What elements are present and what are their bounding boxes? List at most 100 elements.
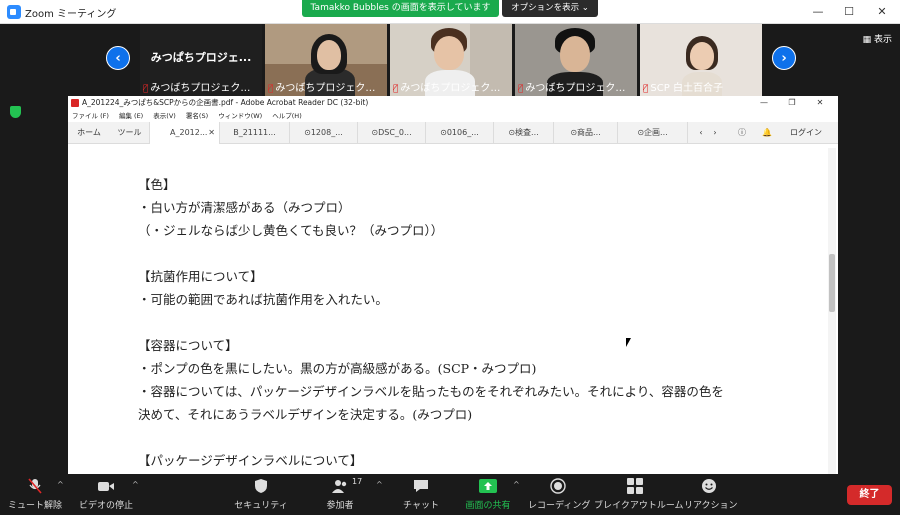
meeting-toolbar: ミュート解除 ^ ビデオの停止 ^ セキュリティ 17 参加者 ^ チャット 画…	[0, 474, 900, 515]
participant-gallery: ‹ みつぱちプロジェ... 🎙̸ みつばちプロジェクト... 🎙̸ みつばちプロジェ…	[0, 24, 900, 96]
doc-text-line: ・容器については、パッケージデザインラベルを貼ったものをそれぞれみたい。それによ…	[138, 384, 724, 399]
doc-text-line: ・ポンプの色を黒にしたい。黒の方が高級感がある。(SCP・みつプロ)	[138, 361, 537, 376]
mute-label: ミュート解除	[7, 501, 62, 511]
audio-options-caret-icon[interactable]: ^	[57, 480, 64, 489]
chat-bubble-icon	[414, 480, 428, 492]
acrobat-restore-icon[interactable]: ❐	[786, 96, 798, 110]
zoom-logo-icon	[7, 5, 21, 19]
screen-share-banner: Tamakko Bubbles の画面を表示しています	[302, 0, 499, 17]
muted-mic-icon: 🎙̸	[143, 84, 149, 94]
gallery-prev-icon[interactable]: ‹	[106, 46, 130, 70]
video-options-caret-icon[interactable]: ^	[132, 480, 139, 489]
breakout-rooms-button[interactable]: ブレイクアウトルーム	[594, 474, 684, 515]
muted-mic-icon: 🎙̸	[643, 84, 649, 94]
doc-text-line: ・可能の範囲であれば抗菌作用を入れたい。	[138, 292, 388, 307]
encryption-shield-icon[interactable]	[10, 106, 21, 118]
acrobat-close-icon[interactable]: ✕	[814, 96, 826, 110]
share-screen-button[interactable]: 画面の共有	[458, 474, 518, 515]
acrobat-minimize-icon[interactable]: —	[758, 96, 770, 110]
participant-tile[interactable]: 🎙̸ みつばちプロジェクト...	[265, 24, 387, 96]
view-layout-button[interactable]: ▦ 表示	[863, 32, 892, 45]
doc-heading-package-label: 【パッケージデザインラベルについて】	[138, 453, 363, 468]
tab-document[interactable]: A_2012... ✕	[150, 122, 220, 144]
participant-count: 17	[352, 477, 363, 486]
tab-tools[interactable]: ツール	[110, 122, 150, 144]
login-button[interactable]: ログイン	[784, 122, 828, 144]
participant-tile[interactable]: 🎙̸ SCP 白土百合子	[640, 24, 762, 96]
breakout-grid-icon	[627, 478, 643, 494]
menu-view[interactable]: 表示(V)	[153, 112, 176, 120]
acrobat-title-bar: A_201224_みつぱち&SCPからの企画書.pdf - Adobe Acro…	[68, 96, 838, 110]
tab-home[interactable]: ホーム	[68, 122, 110, 144]
chat-label: チャット	[403, 501, 439, 511]
stop-video-button[interactable]: ビデオの停止	[76, 474, 136, 515]
close-icon[interactable]: ✕	[874, 4, 890, 20]
window-title: Zoom ミーティング	[25, 9, 117, 20]
share-label: 画面の共有	[465, 501, 511, 511]
participant-tile[interactable]: 🎙̸ みつばちプロジェクト...	[515, 24, 637, 96]
end-meeting-button[interactable]: 終了	[847, 485, 892, 505]
tab-close-icon[interactable]: ✕	[208, 122, 215, 144]
acrobat-title: A_201224_みつぱち&SCPからの企画書.pdf - Adobe Acro…	[82, 98, 369, 107]
tab-document[interactable]: ⊙検査...	[494, 122, 554, 144]
participants-label: 参加者	[326, 501, 354, 511]
participant-tile[interactable]: みつぱちプロジェ... 🎙̸ みつばちプロジェクト...	[140, 24, 262, 96]
participant-video	[434, 36, 464, 70]
participant-name: 🎙̸ みつばちプロジェクト...	[518, 83, 634, 94]
mute-button[interactable]: ミュート解除	[6, 474, 64, 515]
tab-document[interactable]: ⊙0106_...	[426, 122, 494, 144]
record-label: レコーディング	[528, 501, 591, 511]
smiley-icon	[702, 479, 716, 493]
acrobat-window: A_201224_みつぱち&SCPからの企画書.pdf - Adobe Acro…	[68, 96, 838, 474]
maximize-icon[interactable]: ☐	[841, 4, 857, 20]
record-button[interactable]: レコーディング	[528, 474, 591, 515]
video-label: ビデオの停止	[78, 501, 133, 511]
pdf-document-view[interactable]: 【色】 ・白い方が清潔感がある（みつプロ） （・ジェルならば少し黄色くても良い？…	[68, 144, 826, 474]
people-icon	[332, 480, 347, 493]
security-button[interactable]: セキュリティ	[232, 474, 290, 515]
muted-mic-icon: 🎙̸	[268, 84, 274, 94]
menu-help[interactable]: ヘルプ(H)	[272, 112, 301, 120]
muted-mic-icon: 🎙̸	[393, 84, 399, 94]
menu-file[interactable]: ファイル (F)	[72, 112, 109, 120]
vertical-scrollbar[interactable]	[828, 148, 836, 474]
breakout-label: ブレイクアウトルーム	[594, 501, 684, 511]
gallery-next-icon[interactable]: ›	[772, 46, 796, 70]
tab-scroll-right-icon[interactable]: ›	[708, 122, 722, 144]
menu-window[interactable]: ウィンドウ(W)	[218, 112, 262, 120]
acrobat-menu-bar: ファイル (F) 編集 (E) 表示(V) 署名(S) ウィンドウ(W) ヘルプ…	[68, 110, 838, 122]
menu-sign[interactable]: 署名(S)	[186, 112, 208, 120]
participant-large-name: みつぱちプロジェ...	[150, 51, 252, 64]
view-options-button[interactable]: オプションを表示 ⌄	[502, 0, 598, 17]
mouse-cursor-icon	[626, 338, 631, 347]
video-camera-icon	[98, 482, 114, 491]
tab-document[interactable]: ⊙DSC_0...	[358, 122, 426, 144]
tab-document[interactable]: ⊙商品...	[554, 122, 618, 144]
reactions-button[interactable]: リアクション	[684, 474, 738, 515]
notification-bell-icon[interactable]: 🔔	[758, 122, 776, 144]
participant-video	[690, 42, 714, 70]
minimize-icon[interactable]: —	[810, 4, 826, 20]
acrobat-tab-bar: ホーム ツール A_2012... ✕ B_21111... ⊙1208_... …	[68, 122, 838, 144]
tab-document[interactable]: ⊙企画...	[618, 122, 688, 144]
doc-heading-antibacterial: 【抗菌作用について】	[138, 269, 263, 284]
reactions-label: リアクション	[684, 501, 738, 511]
scrollbar-thumb[interactable]	[829, 254, 835, 312]
participants-options-caret-icon[interactable]: ^	[376, 480, 383, 489]
participant-name: 🎙̸ SCP 白土百合子	[643, 83, 723, 94]
help-icon[interactable]: ⓘ	[732, 122, 752, 144]
participant-tile[interactable]: 🎙̸ みつばちプロジェクト...	[390, 24, 512, 96]
muted-mic-icon: 🎙̸	[518, 84, 524, 94]
tab-scroll-left-icon[interactable]: ‹	[694, 122, 708, 144]
share-options-caret-icon[interactable]: ^	[513, 480, 520, 489]
menu-edit[interactable]: 編集 (E)	[119, 112, 143, 120]
doc-text-line: （・ジェルならば少し黄色くても良い？（みつプロ））	[138, 223, 444, 238]
tab-document[interactable]: B_21111...	[220, 122, 290, 144]
doc-heading-container: 【容器について】	[138, 338, 238, 353]
share-screen-icon	[479, 479, 497, 493]
tab-document[interactable]: ⊙1208_...	[290, 122, 358, 144]
participant-video	[317, 40, 341, 70]
pdf-icon	[71, 99, 79, 107]
participants-button[interactable]: 17 参加者	[318, 474, 362, 515]
chat-button[interactable]: チャット	[398, 474, 444, 515]
